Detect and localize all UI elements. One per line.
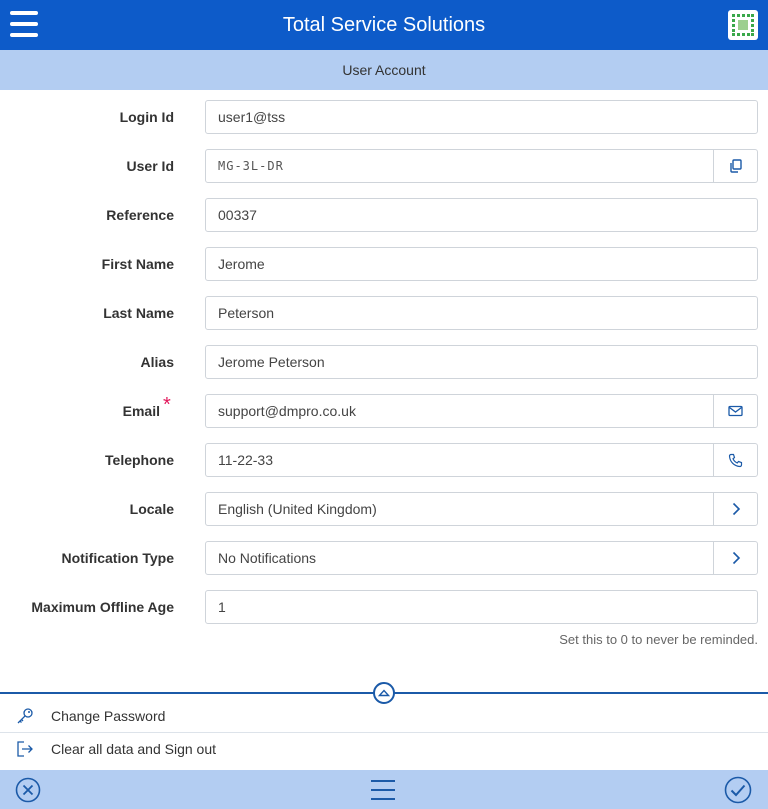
login-id-row: Login Id user1@tss <box>0 100 768 134</box>
sign-out-icon <box>17 741 33 757</box>
reference-value: 00337 <box>218 207 257 223</box>
notification-type-value: No Notifications <box>218 550 317 566</box>
telephone-input[interactable]: 11-22-33 <box>205 443 758 477</box>
offline-hint: Set this to 0 to never be reminded. <box>559 632 758 647</box>
last-name-value: Peterson <box>218 305 275 321</box>
locale-row: Locale English (United Kingdom) <box>0 492 768 526</box>
user-id-value: MG-3L-DR <box>218 159 284 173</box>
alias-value: Jerome Peterson <box>218 354 325 370</box>
change-password-label: Change Password <box>51 708 166 724</box>
locale-value: English (United Kingdom) <box>218 501 377 517</box>
login-id-value: user1@tss <box>218 109 286 125</box>
login-id-input[interactable]: user1@tss <box>205 100 758 134</box>
clear-sign-out-action[interactable]: Clear all data and Sign out <box>0 733 768 765</box>
close-circle-icon[interactable] <box>15 777 41 803</box>
reference-label: Reference <box>106 207 174 223</box>
page-title: User Account <box>0 50 768 90</box>
email-button[interactable] <box>713 395 757 427</box>
locale-label: Locale <box>129 501 174 517</box>
chevron-right-icon <box>732 551 740 565</box>
app-title: Total Service Solutions <box>282 14 486 36</box>
telephone-value: 11-22-33 <box>218 452 274 468</box>
reference-input[interactable]: 00337 <box>205 198 758 232</box>
login-id-label: Login Id <box>119 109 174 125</box>
max-offline-age-value: 1 <box>218 599 226 615</box>
notification-type-select[interactable]: No Notifications <box>205 541 758 575</box>
alias-row: Alias Jerome Peterson <box>0 345 768 379</box>
check-circle-icon[interactable] <box>724 776 752 804</box>
phone-icon <box>728 453 743 467</box>
notification-chevron-button[interactable] <box>713 542 757 574</box>
clear-sign-out-label: Clear all data and Sign out <box>51 741 216 757</box>
user-id-input[interactable]: MG-3L-DR <box>205 149 758 183</box>
notification-type-row: Notification Type No Notifications <box>0 541 768 575</box>
telephone-label: Telephone <box>105 452 174 468</box>
max-offline-age-label: Maximum Offline Age <box>31 599 174 615</box>
copy-button[interactable] <box>713 150 757 182</box>
change-password-action[interactable]: Change Password <box>0 700 768 732</box>
locale-select[interactable]: English (United Kingdom) <box>205 492 758 526</box>
email-label: Email <box>122 403 160 419</box>
locale-chevron-button[interactable] <box>713 493 757 525</box>
app-logo[interactable] <box>728 10 758 40</box>
first-name-value: Jerome <box>218 256 265 272</box>
first-name-label: First Name <box>101 256 174 272</box>
user-id-label: User Id <box>126 158 174 174</box>
bottom-toolbar <box>0 770 768 809</box>
telephone-row: Telephone 11-22-33 <box>0 443 768 477</box>
reference-row: Reference 00337 <box>0 198 768 232</box>
chevron-right-icon <box>732 502 740 516</box>
alias-label: Alias <box>140 354 174 370</box>
email-row: Email * support@dmpro.co.uk <box>0 394 768 428</box>
user-id-row: User Id MG-3L-DR <box>0 149 768 183</box>
required-marker: * <box>163 394 171 416</box>
chevron-up-icon <box>378 689 390 697</box>
max-offline-age-input[interactable]: 1 <box>205 590 758 624</box>
copy-icon <box>729 159 742 173</box>
first-name-row: First Name Jerome <box>0 247 768 281</box>
envelope-icon <box>728 405 743 417</box>
email-value: support@dmpro.co.uk <box>218 403 356 419</box>
alias-input[interactable]: Jerome Peterson <box>205 345 758 379</box>
max-offline-age-row: Maximum Offline Age 1 <box>0 590 768 624</box>
key-icon <box>17 708 33 724</box>
notification-type-label: Notification Type <box>61 550 174 566</box>
last-name-input[interactable]: Peterson <box>205 296 758 330</box>
list-icon[interactable] <box>369 777 397 803</box>
email-input[interactable]: support@dmpro.co.uk <box>205 394 758 428</box>
first-name-input[interactable]: Jerome <box>205 247 758 281</box>
call-button[interactable] <box>713 444 757 476</box>
app-header: Total Service Solutions <box>0 0 768 50</box>
last-name-row: Last Name Peterson <box>0 296 768 330</box>
last-name-label: Last Name <box>103 305 174 321</box>
